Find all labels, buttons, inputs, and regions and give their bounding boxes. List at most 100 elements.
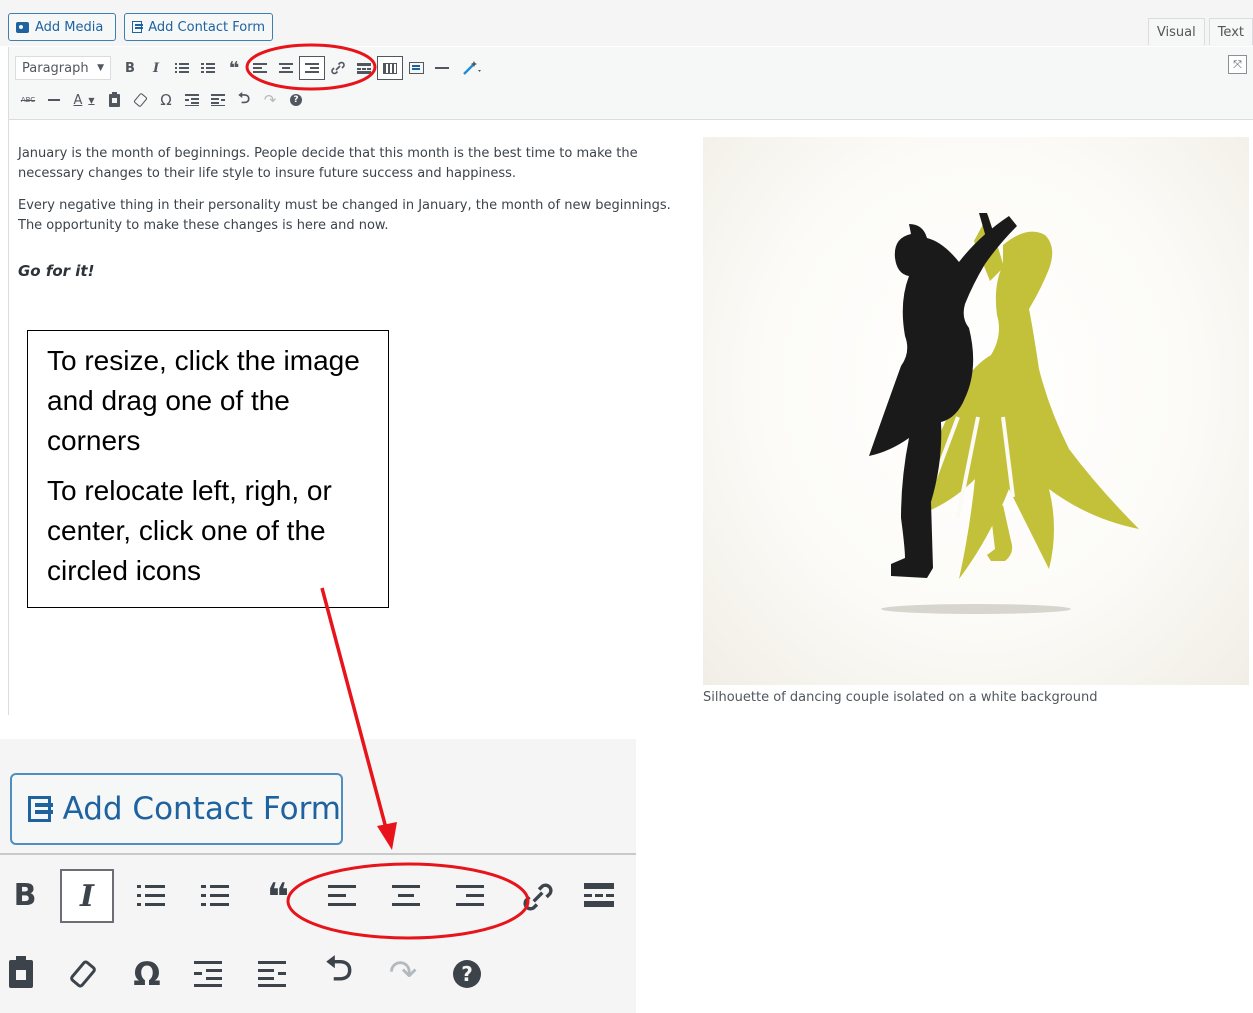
inset-special-character-button[interactable]: Ω	[128, 955, 166, 993]
inset-add-contact-form-button[interactable]: Add Contact Form	[10, 773, 343, 845]
undo-icon: ⮌	[325, 948, 353, 989]
fullscreen-button[interactable]: ⤧	[1228, 55, 1247, 74]
inset-paste-as-text-button[interactable]	[4, 956, 38, 991]
horizontal-line-icon	[435, 62, 449, 74]
italic-button[interactable]: I	[143, 56, 169, 80]
increase-indent-button[interactable]	[205, 88, 231, 112]
dancing-couple-silhouette	[869, 213, 1139, 614]
insert-form-button[interactable]	[403, 56, 429, 80]
add-media-button[interactable]: Add Media	[8, 13, 116, 41]
align-right-icon	[305, 62, 319, 74]
inset-blockquote-button[interactable]: ❝	[260, 875, 296, 919]
inset-undo-button[interactable]: ⮌	[320, 949, 358, 993]
content-paragraph-2[interactable]: Every negative thing in their personalit…	[18, 196, 688, 236]
quote-icon: ❝	[228, 57, 240, 79]
insert-read-more-button[interactable]	[351, 56, 377, 80]
text-color-icon: A	[73, 92, 83, 108]
bold-button[interactable]: B	[117, 56, 143, 80]
omega-icon: Ω	[160, 91, 172, 109]
inset-numbered-list-button[interactable]	[200, 881, 232, 911]
align-left-icon	[253, 62, 267, 74]
inset-help-button[interactable]: ?	[450, 957, 484, 991]
help-button[interactable]: ?	[283, 88, 309, 112]
special-character-button[interactable]: Ω	[153, 88, 179, 112]
zoomed-toolbar-inset: Add Contact Form B I ❝ Ω ⮌ ↷ ?	[0, 739, 636, 1013]
inset-bulleted-list-button[interactable]	[136, 881, 168, 911]
undo-button[interactable]: ⮌	[231, 88, 257, 112]
inset-indent-button[interactable]	[256, 959, 290, 989]
format-select[interactable]: Paragraph ▼	[15, 56, 111, 80]
inset-outdent-button[interactable]	[192, 959, 226, 989]
indent-icon	[211, 94, 225, 106]
add-contact-form-button[interactable]: Add Contact Form	[124, 13, 273, 41]
inset-align-left-button[interactable]	[326, 881, 360, 911]
help-icon: ?	[290, 94, 302, 106]
help-icon: ?	[453, 960, 481, 988]
magic-wand-button[interactable]	[455, 56, 489, 80]
text-color-button[interactable]: A ▼	[67, 88, 101, 112]
inset-align-right-button[interactable]	[454, 881, 488, 911]
read-more-icon	[584, 883, 614, 909]
redo-button[interactable]: ↷	[257, 88, 283, 112]
quote-icon: ❝	[266, 875, 290, 919]
clear-formatting-button[interactable]	[127, 88, 153, 112]
toolbar-row-2: ABC A ▼ Ω ⮌ ↷ ?	[15, 88, 309, 112]
numbered-list-button[interactable]	[195, 56, 221, 80]
bulleted-list-button[interactable]	[169, 56, 195, 80]
align-left-button[interactable]	[247, 56, 273, 80]
editor-top-bar: Add Media Add Contact Form Visual Text	[0, 0, 1253, 46]
media-icon	[16, 21, 29, 33]
omega-icon: Ω	[133, 955, 161, 993]
horizontal-line-button[interactable]	[429, 56, 455, 80]
decrease-indent-button[interactable]	[179, 88, 205, 112]
numbered-list-icon	[201, 883, 231, 909]
strikethrough-icon: ABC	[20, 96, 36, 104]
format-select-value: Paragraph	[22, 60, 89, 76]
formatting-toolbar: Paragraph ▼ B I ❝ ABC A ▼ Ω ⮌ ↷ ? ⤧	[8, 47, 1253, 120]
toolbar-row-1: Paragraph ▼ B I ❝	[15, 56, 489, 80]
inset-italic-button[interactable]: I	[60, 869, 114, 923]
editor-left-border	[8, 120, 9, 715]
chevron-down-icon: ▼	[88, 95, 95, 105]
read-more-icon	[357, 62, 371, 74]
undo-icon: ⮌	[237, 88, 250, 107]
inset-clear-formatting-button[interactable]	[66, 957, 100, 991]
strikethrough-button[interactable]: ABC	[15, 88, 41, 112]
align-center-button[interactable]	[273, 56, 299, 80]
paste-as-text-button[interactable]	[101, 88, 127, 112]
bulleted-list-icon	[137, 883, 167, 909]
inset-read-more-button[interactable]	[582, 881, 616, 911]
inset-link-button[interactable]	[518, 875, 558, 919]
chevron-down-icon: ▼	[97, 63, 104, 73]
outdent-icon	[194, 961, 224, 987]
horizontal-rule-button[interactable]	[41, 88, 67, 112]
align-right-button[interactable]	[299, 56, 325, 80]
keyboard-icon	[383, 62, 397, 74]
content-emphasis[interactable]: Go for it!	[18, 262, 94, 280]
eraser-icon	[68, 958, 98, 990]
align-left-icon	[328, 883, 358, 909]
tab-visual[interactable]: Visual	[1147, 18, 1205, 45]
dancing-couple-image[interactable]	[703, 137, 1249, 685]
insert-link-button[interactable]	[325, 56, 351, 80]
blockquote-button[interactable]: ❝	[221, 56, 247, 80]
tab-text[interactable]: Text	[1208, 18, 1253, 45]
inset-redo-button[interactable]: ↷	[384, 953, 422, 993]
content-paragraph-1[interactable]: January is the month of beginnings. Peop…	[18, 144, 688, 184]
inset-bold-button[interactable]: B	[8, 871, 42, 919]
inset-separator	[0, 853, 636, 855]
outdent-icon	[185, 94, 199, 106]
numbered-list-icon	[201, 62, 215, 74]
eraser-icon	[132, 92, 148, 108]
contact-form-icon	[132, 21, 144, 33]
inset-align-center-button[interactable]	[390, 881, 424, 911]
add-media-label: Add Media	[35, 19, 104, 35]
contact-form-icon	[28, 796, 53, 822]
toolbar-toggle-button[interactable]	[377, 56, 403, 80]
clipboard-icon	[9, 956, 33, 988]
image-caption: Silhouette of dancing couple isolated on…	[703, 690, 1098, 705]
redo-icon: ↷	[263, 91, 277, 109]
callout-relocate-text: To relocate left, righ, or center, click…	[47, 475, 332, 586]
add-contact-form-label: Add Contact Form	[148, 19, 265, 35]
align-center-icon	[392, 883, 422, 909]
